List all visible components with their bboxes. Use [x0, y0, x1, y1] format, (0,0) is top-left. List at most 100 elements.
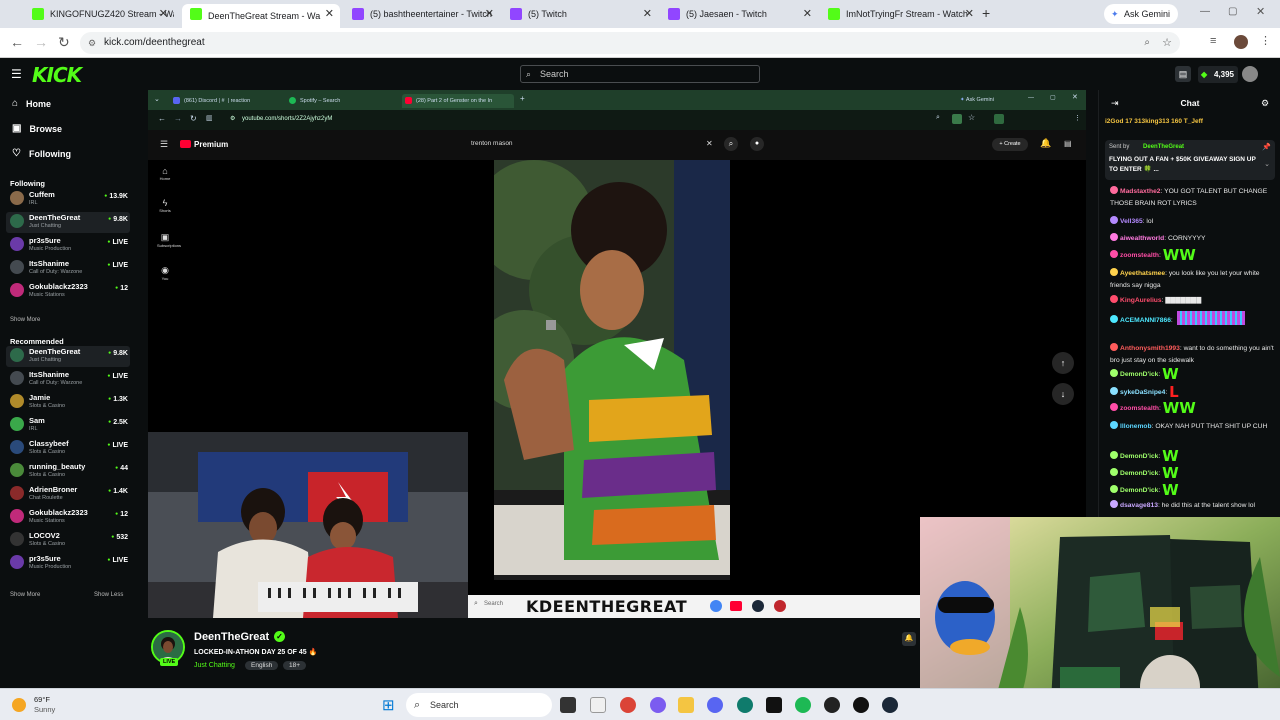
close-icon[interactable]: ✕	[803, 7, 812, 20]
chat-username[interactable]: ACEMANNI7866	[1120, 317, 1171, 324]
pinned-message[interactable]: Sent by DeenTheGreat FLYING OUT A FAN + …	[1105, 140, 1275, 180]
minimize-icon[interactable]: —	[1200, 6, 1210, 17]
profile-avatar[interactable]	[1234, 35, 1248, 49]
chat-message[interactable]: DemonD'ick: W	[1110, 483, 1278, 498]
sidebar-channel[interactable]: CuffemIRL 13.9K	[6, 189, 130, 210]
taskbar-search[interactable]: ⌕ Search	[406, 693, 552, 717]
chat-message[interactable]: Anthonysmith1993: want to do something y…	[1110, 343, 1278, 366]
browser-tab-twitch[interactable]: (5) Twitch ✕	[502, 4, 658, 24]
windows-start-icon[interactable]: ⊞	[382, 696, 395, 714]
tag-language[interactable]: English	[245, 661, 279, 670]
chat-username[interactable]: Ayeethatsmee	[1120, 270, 1165, 277]
chat-username[interactable]: DemonD'ick	[1120, 371, 1158, 378]
hamburger-menu-icon[interactable]: ☰	[11, 67, 22, 81]
kebab-menu-icon[interactable]: ⋮	[1260, 34, 1271, 47]
chat-username[interactable]: Anthonysmith1993	[1120, 345, 1180, 352]
show-less-button[interactable]: Show Less	[94, 592, 123, 598]
browser-tab-deenthegreat[interactable]: DeenTheGreat Stream - Wa ✕	[182, 4, 340, 28]
kicks-balance-button[interactable]: ◆ 4,395	[1198, 66, 1238, 83]
url-field[interactable]: ⚙ kick.com/deenthegreat ⌕ ☆	[80, 32, 1180, 54]
folder-icon[interactable]	[678, 697, 694, 713]
task-view-icon[interactable]	[560, 697, 576, 713]
zoom-icon[interactable]: ⌕	[1144, 32, 1150, 54]
chat-username[interactable]: Vell365	[1120, 218, 1143, 225]
site-info-icon[interactable]: ⚙	[88, 32, 96, 54]
bookmark-star-icon[interactable]: ☆	[1162, 32, 1172, 54]
reload-icon[interactable]: ↻	[58, 34, 70, 51]
chat-message[interactable]: dsavage813: he did this at the talent sh…	[1110, 500, 1278, 512]
chat-settings-icon[interactable]: ⚙	[1261, 98, 1269, 109]
search-input[interactable]: ⌕ Search	[520, 65, 760, 83]
sidebar-channel[interactable]: JamieSlots & Casino 1.3K	[6, 392, 130, 413]
chat-message[interactable]: aiwealthworld: CORNYYYY	[1110, 233, 1278, 245]
sidebar-channel[interactable]: LOCOV2Slots & Casino 532	[6, 530, 130, 551]
sidebar-channel[interactable]: Gokublackz2323Music Stations 12	[6, 507, 130, 528]
weather-widget[interactable]: 69°F Sunny	[12, 695, 92, 717]
chat-username[interactable]: sykeDaSnipe4	[1120, 389, 1165, 396]
maximize-icon[interactable]: ▢	[1228, 6, 1237, 17]
chat-message[interactable]: DemonD'ick: W	[1110, 466, 1278, 481]
forward-arrow-icon[interactable]: →	[34, 34, 48, 50]
chat-username[interactable]: aiwealthworld	[1120, 235, 1164, 242]
chevron-down-icon[interactable]: ⌄	[1264, 160, 1270, 168]
chat-message[interactable]: KingAurelius: ▇▇▇▇▇▇▇	[1110, 295, 1278, 307]
steam-taskbar-icon[interactable]	[882, 697, 898, 713]
new-tab-button[interactable]: +	[982, 5, 990, 21]
terminal-icon[interactable]	[766, 697, 782, 713]
nav-following[interactable]: ♡ Following	[12, 148, 71, 159]
sidebar-channel[interactable]: AdrienBronerChat Roulette 1.4K	[6, 484, 130, 505]
spotify-icon[interactable]	[795, 697, 811, 713]
browser-tab-kingofnugz[interactable]: KINGOFNUGZ420 Stream - Wa ✕	[24, 4, 174, 24]
sidebar-channel[interactable]: ItsShanimeCall of Duty: Warzone LIVE	[6, 258, 130, 279]
sidebar-channel[interactable]: pr3s5ureMusic Production LIVE	[6, 553, 130, 574]
nav-browse[interactable]: ▣ Browse	[12, 123, 62, 134]
browser-tab-bashtheentertainer[interactable]: (5) bashtheentertainer - Twitch ✕	[344, 4, 500, 24]
close-icon[interactable]: ✕	[643, 7, 652, 20]
clips-icon[interactable]: ▤	[1175, 66, 1191, 82]
sidebar-channel[interactable]: DeenTheGreatJust Chatting 9.8K	[6, 212, 130, 233]
close-icon[interactable]: ✕	[159, 7, 168, 20]
ask-gemini-button[interactable]: ✦ Ask Gemini	[1104, 4, 1179, 24]
show-more-following-button[interactable]: Show More	[10, 317, 40, 323]
chat-username[interactable]: lllonemob	[1120, 423, 1152, 430]
scroll-up-icon[interactable]: ↑	[1052, 352, 1074, 374]
sidebar-channel[interactable]: ItsShanimeCall of Duty: Warzone LIVE	[6, 369, 130, 390]
close-icon[interactable]: ✕	[325, 7, 334, 20]
nav-home[interactable]: ⌂ Home	[12, 98, 51, 109]
copilot-icon[interactable]	[650, 697, 666, 713]
chat-message[interactable]: sykeDaSnipe4: L	[1110, 385, 1278, 400]
sidebar-channel[interactable]: pr3s5ureMusic Production LIVE	[6, 235, 130, 256]
edge-icon[interactable]	[737, 697, 753, 713]
chat-message[interactable]: Vell365: lol	[1110, 216, 1278, 228]
chat-username[interactable]: DemonD'ick	[1120, 487, 1158, 494]
obs-icon[interactable]	[853, 697, 869, 713]
chat-username[interactable]: KingAurelius	[1120, 297, 1162, 304]
chat-message[interactable]: DemonD'ick: W	[1110, 449, 1278, 464]
chat-message[interactable]: lllonemob: OKAY NAH PUT THAT SHIT UP CUH	[1110, 421, 1278, 433]
chat-message[interactable]: Ayeethatsmee: you look like you let your…	[1110, 268, 1278, 291]
sidebar-channel[interactable]: ClassybeefSlots & Casino LIVE	[6, 438, 130, 459]
stream-category[interactable]: Just Chatting	[194, 662, 235, 669]
sidebar-channel[interactable]: running_beautySlots & Casino 44	[6, 461, 130, 482]
chrome-taskbar-icon[interactable]	[620, 697, 636, 713]
chat-message[interactable]: DemonD'ick: W	[1110, 367, 1278, 382]
browser-tab-jaesaen[interactable]: (5) Jaesaen - Twitch ✕	[660, 4, 818, 24]
chat-username[interactable]: dsavage813	[1120, 502, 1158, 509]
chat-username[interactable]: DemonD'ick	[1120, 453, 1158, 460]
chat-message[interactable]: zoomstealth: WW	[1110, 248, 1278, 263]
reading-list-icon[interactable]: ≡	[1210, 35, 1216, 47]
chat-username[interactable]: DemonD'ick	[1120, 470, 1158, 477]
chat-username[interactable]: zoomstealth	[1120, 252, 1159, 259]
window-close-icon[interactable]: ✕	[1256, 5, 1265, 18]
browser-tab-imnottryingfr[interactable]: ImNotTryingFr Stream - Watch ✕	[820, 4, 980, 24]
close-icon[interactable]: ✕	[485, 7, 494, 20]
discord-icon[interactable]	[707, 697, 723, 713]
sidebar-channel[interactable]: Gokublackz2323Music Stations 12	[6, 281, 130, 302]
4k-app-icon[interactable]	[824, 697, 840, 713]
user-avatar[interactable]	[1242, 66, 1258, 82]
chat-message[interactable]: zoomstealth: WW	[1110, 401, 1278, 416]
sidebar-channel[interactable]: DeenTheGreatJust Chatting 9.8K	[6, 346, 130, 367]
chat-message[interactable]: ACEMANNI7866:	[1110, 311, 1278, 327]
close-icon[interactable]: ✕	[965, 7, 974, 20]
chat-message[interactable]: Madstaxthe2: YOU GOT TALENT BUT CHANGE T…	[1110, 186, 1278, 209]
